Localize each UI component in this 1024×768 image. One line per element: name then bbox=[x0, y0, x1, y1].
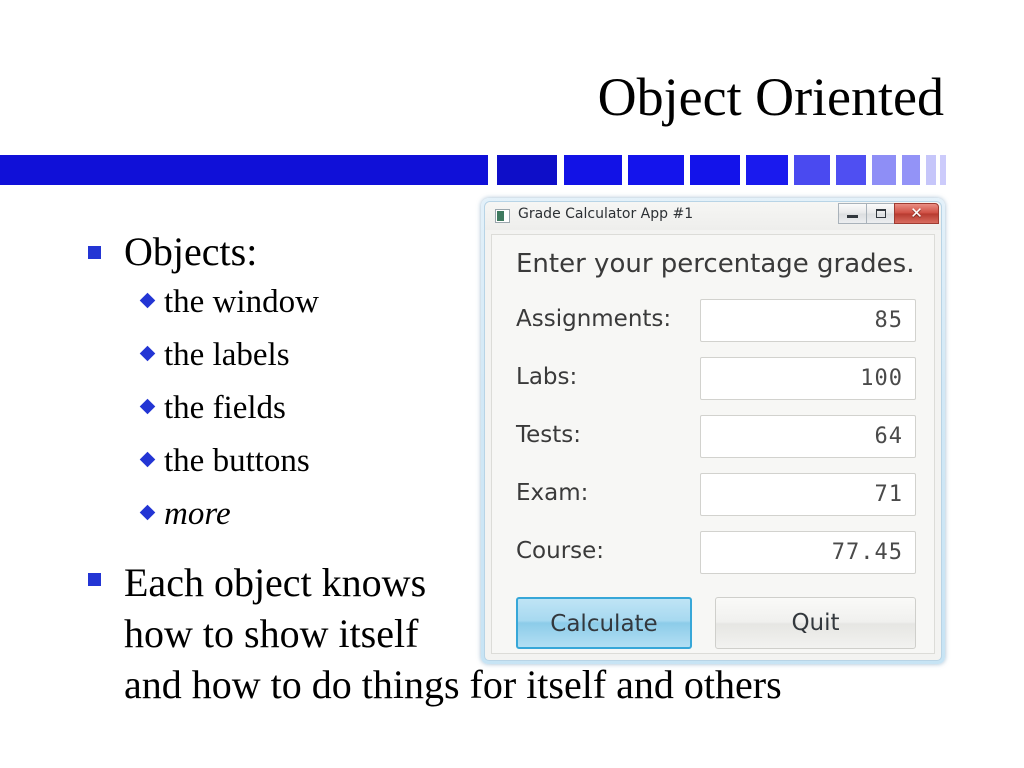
labs-value: 100 bbox=[860, 366, 903, 391]
tests-input[interactable]: 64 bbox=[700, 415, 916, 458]
square-bullet-icon bbox=[88, 573, 101, 586]
minimize-button[interactable] bbox=[838, 203, 867, 224]
form-row-labs: Labs: 100 bbox=[516, 357, 916, 401]
list-item-label: the window bbox=[164, 284, 319, 320]
list-item-label: the buttons bbox=[164, 443, 310, 479]
form-heading: Enter your percentage grades. bbox=[516, 249, 915, 279]
list-item-label-line3: and how to do things for itself and othe… bbox=[124, 662, 782, 707]
list-item-label: the labels bbox=[164, 337, 290, 373]
window-title: Grade Calculator App #1 bbox=[518, 206, 694, 222]
diamond-bullet-icon bbox=[139, 398, 156, 415]
deco-bar-block-6 bbox=[794, 155, 830, 185]
exam-input[interactable]: 71 bbox=[700, 473, 916, 516]
deco-bar-block-9 bbox=[902, 155, 920, 185]
window-controls: ✕ bbox=[838, 203, 939, 225]
maximize-button[interactable] bbox=[866, 203, 895, 224]
assignments-input[interactable]: 85 bbox=[700, 299, 916, 342]
close-button[interactable]: ✕ bbox=[894, 203, 939, 224]
deco-bar-block-11 bbox=[940, 155, 946, 185]
button-row: Calculate Quit bbox=[516, 597, 916, 649]
calculate-button[interactable]: Calculate bbox=[516, 597, 692, 649]
tests-value: 64 bbox=[874, 424, 903, 449]
form-row-exam: Exam: 71 bbox=[516, 473, 916, 517]
tests-label: Tests: bbox=[516, 422, 582, 448]
grade-calculator-window: Grade Calculator App #1 ✕ Enter your per… bbox=[481, 198, 945, 664]
deco-bar-block-4 bbox=[690, 155, 740, 185]
deco-bar-block-2 bbox=[564, 155, 622, 185]
labs-label: Labs: bbox=[516, 364, 578, 390]
minimize-icon bbox=[847, 215, 858, 218]
diamond-bullet-icon bbox=[139, 451, 156, 468]
maximize-icon bbox=[876, 209, 886, 218]
quit-button[interactable]: Quit bbox=[715, 597, 916, 649]
assignments-label: Assignments: bbox=[516, 306, 672, 332]
page-title: Object Oriented bbox=[597, 67, 944, 127]
list-item-label: the fields bbox=[164, 390, 286, 426]
list-item-label: more bbox=[164, 496, 231, 532]
diamond-bullet-icon bbox=[139, 504, 156, 521]
decorative-blue-bar bbox=[0, 155, 1024, 185]
close-icon: ✕ bbox=[910, 204, 923, 222]
diamond-bullet-icon bbox=[139, 292, 156, 309]
deco-bar-block-5 bbox=[746, 155, 788, 185]
deco-bar-block-3 bbox=[628, 155, 684, 185]
course-output[interactable]: 77.45 bbox=[700, 531, 916, 574]
diamond-bullet-icon bbox=[139, 345, 156, 362]
form-row-course: Course: 77.45 bbox=[516, 531, 916, 575]
list-item-label: Objects: bbox=[124, 229, 258, 274]
exam-label: Exam: bbox=[516, 480, 589, 506]
course-label: Course: bbox=[516, 538, 605, 564]
deco-bar-block-10 bbox=[926, 155, 936, 185]
deco-bar-block-7 bbox=[836, 155, 866, 185]
window-titlebar[interactable]: Grade Calculator App #1 ✕ bbox=[485, 202, 941, 230]
square-bullet-icon bbox=[88, 246, 101, 259]
list-item-label-line2: how to show itself bbox=[124, 611, 419, 656]
form-row-tests: Tests: 64 bbox=[516, 415, 916, 459]
deco-bar-block-0 bbox=[0, 155, 488, 185]
exam-value: 71 bbox=[874, 482, 903, 507]
window-inner-frame: Grade Calculator App #1 ✕ Enter your per… bbox=[484, 201, 942, 661]
assignments-value: 85 bbox=[874, 308, 903, 333]
labs-input[interactable]: 100 bbox=[700, 357, 916, 400]
form-row-assignments: Assignments: 85 bbox=[516, 299, 916, 343]
window-client-area: Enter your percentage grades. Assignment… bbox=[491, 234, 935, 654]
app-square-icon bbox=[495, 209, 510, 223]
course-value: 77.45 bbox=[831, 540, 903, 565]
list-item-label-line1: Each object knows bbox=[124, 560, 427, 605]
deco-bar-block-1 bbox=[497, 155, 557, 185]
deco-bar-block-8 bbox=[872, 155, 896, 185]
